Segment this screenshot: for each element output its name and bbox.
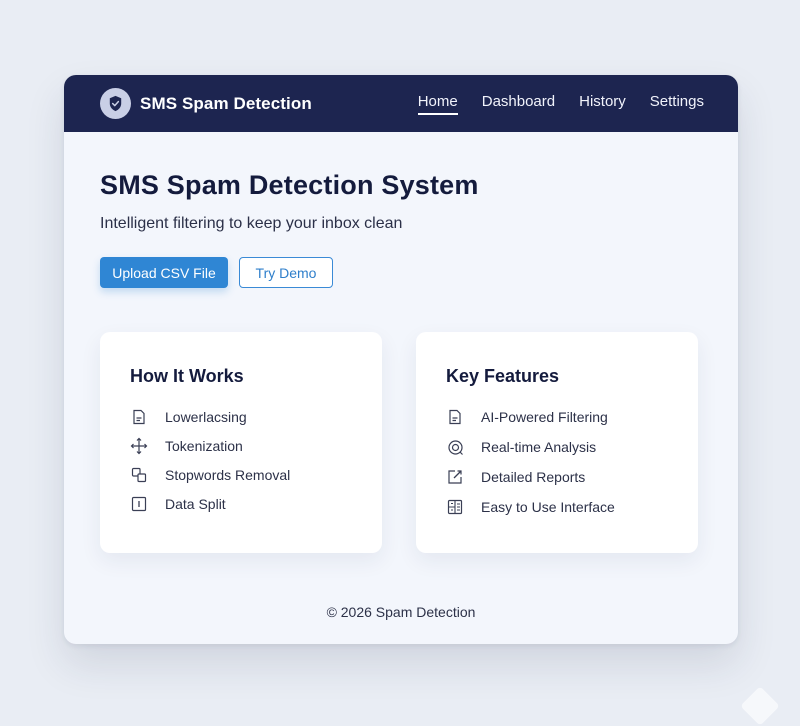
list-item: Tokenization	[130, 431, 352, 460]
brand-title: SMS Spam Detection	[140, 93, 312, 113]
main-nav: Home Dashboard History Settings	[417, 93, 704, 115]
card-title: How It Works	[130, 366, 244, 386]
footer-copyright: © 2026 Spam Detection	[326, 604, 476, 620]
app-window: SMS Spam Detection Home Dashboard Histor…	[64, 75, 738, 644]
list-item: Detailed Reports	[446, 462, 668, 492]
list-item-label: Stopwords Removal	[165, 466, 291, 483]
layers-icon	[130, 466, 148, 484]
list-item-label: Lowerlacsing	[165, 408, 247, 425]
page-subtitle: Intelligent filtering to keep your inbox…	[100, 215, 403, 232]
list-item: Lowerlacsing	[130, 402, 352, 431]
brand[interactable]: SMS Spam Detection	[100, 88, 312, 119]
features-list: AI-Powered Filtering Real-time Analysis …	[446, 402, 668, 522]
document-icon	[130, 408, 148, 426]
list-item-label: Detailed Reports	[481, 469, 586, 485]
how-it-works-card: How It Works Lowerlacsing Tokenization S…	[100, 332, 382, 553]
list-item-label: AI-Powered Filtering	[481, 409, 608, 425]
nav-dashboard[interactable]: Dashboard	[482, 93, 555, 115]
list-item-label: Tokenization	[165, 437, 243, 454]
main-content: SMS Spam Detection System Intelligent fi…	[64, 132, 738, 553]
list-item: AI-Powered Filtering	[446, 402, 668, 432]
card-title: Key Features	[446, 366, 560, 386]
top-navbar: SMS Spam Detection Home Dashboard Histor…	[64, 75, 738, 132]
list-item: Stopwords Removal	[130, 460, 352, 489]
list-item: Easy to Use Interface	[446, 492, 668, 522]
corner-decoration	[740, 686, 780, 726]
upload-csv-button[interactable]: Upload CSV File	[100, 257, 228, 288]
page-title: SMS Spam Detection System	[100, 170, 479, 200]
key-features-card: Key Features AI-Powered Filtering Real-t…	[416, 332, 698, 553]
radar-icon	[446, 438, 464, 456]
nav-home[interactable]: Home	[417, 93, 458, 115]
hero-actions: Upload CSV File Try Demo	[100, 257, 702, 288]
steps-list: Lowerlacsing Tokenization Stopwords Remo…	[130, 402, 352, 518]
list-item-label: Data Split	[165, 495, 226, 512]
try-demo-button[interactable]: Try Demo	[239, 257, 333, 288]
info-cards: How It Works Lowerlacsing Tokenization S…	[100, 332, 702, 553]
info-box-icon	[130, 495, 148, 513]
grid-interface-icon	[446, 498, 464, 516]
move-arrows-icon	[130, 437, 148, 455]
document-icon	[446, 408, 464, 426]
list-item-label: Easy to Use Interface	[481, 499, 615, 515]
nav-history[interactable]: History	[579, 93, 626, 115]
list-item-label: Real-time Analysis	[481, 439, 597, 455]
nav-settings[interactable]: Settings	[650, 93, 704, 115]
shield-check-icon	[100, 88, 131, 119]
list-item: Real-time Analysis	[446, 432, 668, 462]
edit-icon	[446, 468, 464, 486]
list-item: Data Split	[130, 489, 352, 518]
